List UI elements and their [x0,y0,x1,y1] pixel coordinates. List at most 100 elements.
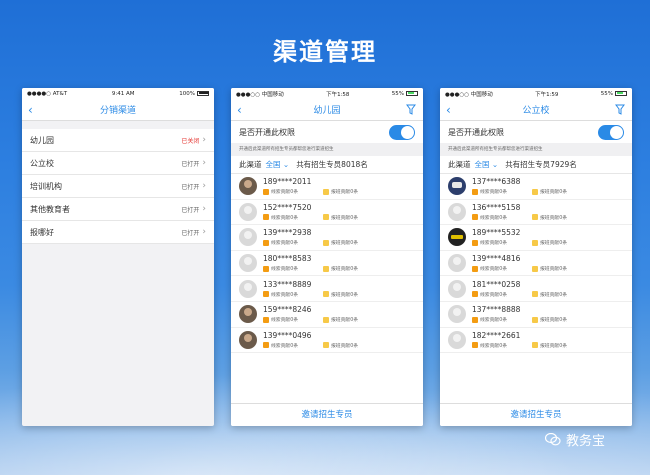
channel-row-training[interactable]: 培训机构 已打开 › [22,175,214,198]
list-item[interactable]: 133****8889 线索贡献0条 报班贡献0条 [231,276,423,302]
filter-icon[interactable] [406,104,416,115]
back-icon[interactable]: ‹ [237,103,242,117]
chevron-down-icon: ⌄ [282,160,290,169]
phone-number: 139****4816 [472,254,521,264]
phone-number: 189****5532 [472,228,521,238]
channel-row-kindergarten[interactable]: 幼儿园 已关闭 › [22,129,214,152]
channel-row-other-educators[interactable]: 其他教育者 已打开 › [22,198,214,221]
list-item[interactable]: 181****0258 线索贡献0条 报班贡献0条 [440,276,632,302]
scope-value: 全国 [265,160,281,169]
list-item[interactable]: 180****8583 线索贡献0条 报班贡献0条 [231,251,423,277]
avatar [239,202,257,221]
phone-number: 139****2938 [263,228,312,238]
list-item[interactable]: 139****0496 线索贡献0条 报班贡献0条 [231,328,423,354]
list-item[interactable]: 139****4816 线索贡献0条 报班贡献0条 [440,251,632,277]
lead-stat: 线索贡献0条 [271,241,299,247]
avatar [448,279,466,298]
permission-note: 开通后此渠道所有招生专员都帮您进行渠道招生 [440,143,632,156]
phone-number: 180****8583 [263,254,312,264]
list-item[interactable]: 139****2938 线索贡献0条 报班贡献0条 [231,225,423,251]
enroll-icon [532,239,538,246]
enroll-stat: 报班贡献0条 [540,318,568,324]
invite-button[interactable]: 邀请招生专员 [231,403,423,426]
lead-icon [472,188,478,195]
enroll-stat: 报班贡献0条 [540,215,568,221]
lead-icon [263,316,269,323]
avatar [239,228,257,247]
lead-icon [472,291,478,298]
permission-row: 是否开通此权限 [231,121,423,143]
channel-status: 已打开 [181,183,200,191]
permission-toggle[interactable] [389,124,415,140]
list-item[interactable]: 136****5158 线索贡献0条 报班贡献0条 [440,200,632,226]
list-item[interactable]: 189****5532 线索贡献0条 报班贡献0条 [440,225,632,251]
back-icon[interactable]: ‹ [28,103,33,117]
enroll-stat: 报班贡献0条 [331,267,359,273]
filter-icon[interactable] [615,104,625,115]
enroll-icon [532,265,538,272]
channel-menu: 幼儿园 已关闭 › 公立校 已打开 › 培训机构 已打开 › 其他教育者 已打开 › 报… [22,129,214,244]
phone-number: 133****8889 [263,279,312,289]
avatar [239,279,257,298]
page-title: 渠道管理 [273,38,377,66]
permission-label: 是否开通此权限 [239,127,295,137]
lead-icon [263,342,269,349]
lead-icon [472,239,478,246]
lead-icon [472,316,478,323]
avatar [448,228,466,247]
scope-dropdown[interactable]: 全国 ⌄ [475,159,499,170]
avatar [448,202,466,221]
lead-stat: 线索贡献0条 [480,241,508,247]
channel-label: 其他教育者 [30,204,70,214]
time-label: 下午1:58 [326,91,350,98]
enroll-icon [323,265,329,272]
lead-icon [263,239,269,246]
avatar [239,254,257,273]
enroll-stat: 报班贡献0条 [331,318,359,324]
chevron-right-icon: › [202,181,206,191]
channel-row-baonahao[interactable]: 报哪好 已打开 › [22,221,214,244]
battery-label: 100% [179,90,195,97]
back-icon[interactable]: ‹ [446,103,451,117]
carrier-label: ●●●●○ AT&T [27,90,68,97]
phone-screen-distribution-channels: ●●●●○ AT&T 9:41 AM 100% ‹ 分销渠道 幼儿园 已关闭 › … [22,88,214,426]
lead-icon [263,265,269,272]
channel-row-public-school[interactable]: 公立校 已打开 › [22,152,214,175]
nav-title: 公立校 [522,106,550,116]
lead-stat: 线索贡献0条 [480,318,508,324]
permission-note: 开通后此渠道所有招生专员都帮您进行渠道招生 [231,143,423,156]
nav-title: 分销渠道 [99,106,136,116]
channel-label: 公立校 [30,158,54,168]
list-item[interactable]: 189****2011 线索贡献0条 报班贡献0条 [231,174,423,200]
battery-label: 55% [600,90,613,97]
phone-number: 137****6388 [472,177,521,187]
enroll-stat: 报班贡献0条 [331,343,359,349]
lead-stat: 线索贡献0条 [480,267,508,273]
lead-stat: 线索贡献0条 [480,190,508,196]
specialist-list: 137****6388 线索贡献0条 报班贡献0条 136****5158 线索贡… [440,174,632,354]
list-item[interactable]: 152****7520 线索贡献0条 报班贡献0条 [231,200,423,226]
enroll-icon [323,188,329,195]
nav-bar: ‹ 公立校 [440,99,632,121]
phone-number: 189****2011 [263,177,312,187]
enroll-icon [532,214,538,221]
phone-number: 181****0258 [472,279,521,289]
specialist-count: 共有招生专员8018名 [296,160,368,169]
permission-toggle[interactable] [598,124,624,140]
status-bar: ●●●●○ AT&T 9:41 AM 100% [22,88,214,99]
nav-bar: ‹ 幼儿园 [231,99,423,121]
carrier-label: ●●●○○ 中国移动 [445,91,493,98]
phone-screen-public-school: ●●●○○ 中国移动 下午1:59 55% ‹ 公立校 是否开通此权限 开通后此… [440,88,632,426]
list-item[interactable]: 137****8888 线索贡献0条 报班贡献0条 [440,302,632,328]
channel-summary: 此渠道 全国 ⌄ 共有招生专员8018名 [231,156,423,174]
list-item[interactable]: 159****8246 线索贡献0条 报班贡献0条 [231,302,423,328]
scope-dropdown[interactable]: 全国 ⌄ [266,159,290,170]
list-item[interactable]: 137****6388 线索贡献0条 报班贡献0条 [440,174,632,200]
invite-button[interactable]: 邀请招生专员 [440,403,632,426]
list-item[interactable]: 182****2661 线索贡献0条 报班贡献0条 [440,328,632,354]
avatar [448,330,466,349]
battery-label: 55% [391,90,404,97]
lead-stat: 线索贡献0条 [271,215,299,221]
lead-stat: 线索贡献0条 [271,267,299,273]
enroll-icon [532,342,538,349]
